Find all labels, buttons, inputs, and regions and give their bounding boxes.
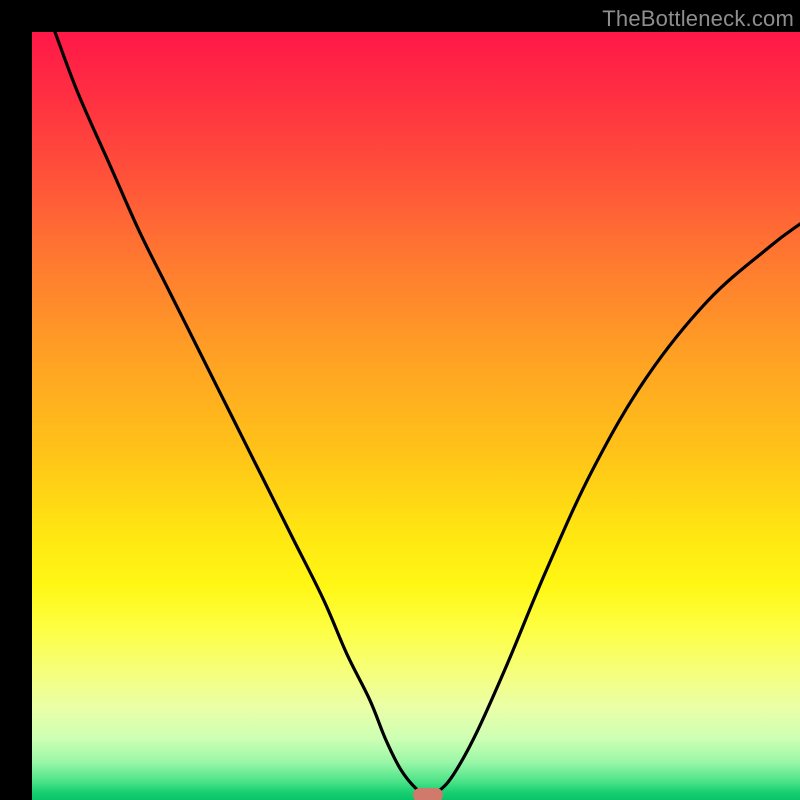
minimum-marker xyxy=(413,788,443,800)
bottleneck-curve xyxy=(32,32,800,800)
curve-path xyxy=(55,32,800,795)
chart-stage: TheBottleneck.com xyxy=(0,0,800,800)
watermark-text: TheBottleneck.com xyxy=(602,6,794,32)
plot-area xyxy=(32,32,800,800)
